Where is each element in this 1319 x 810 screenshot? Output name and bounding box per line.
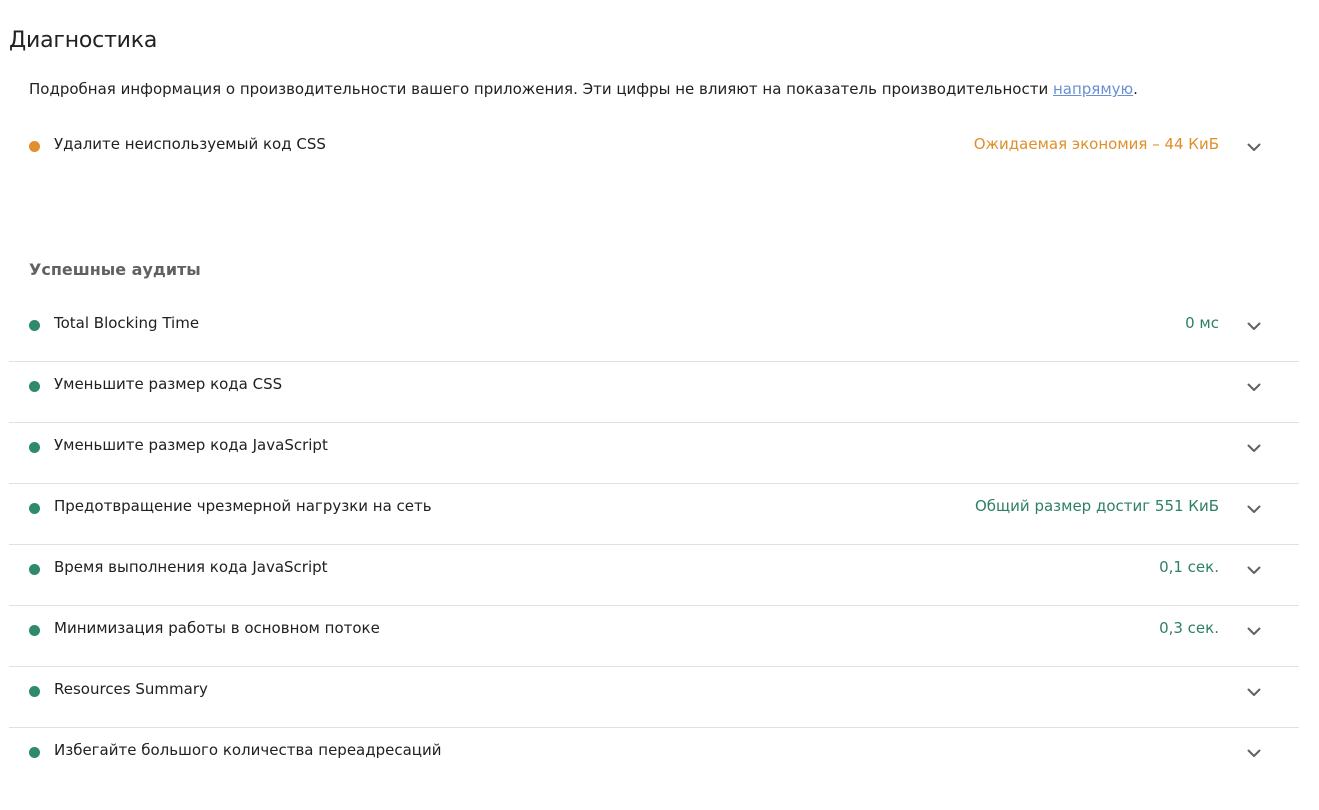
audit-title: Уменьшите размер кода JavaScript [54,436,328,454]
audit-display-value: Общий размер достиг 551 КиБ [975,497,1219,515]
passed-audits-title: Успешные аудиты [29,260,201,279]
status-dot-icon [29,625,40,636]
chevron-down-icon[interactable] [1245,439,1263,457]
audit-title: Избегайте большого количества переадреса… [54,741,442,759]
audit-row[interactable]: Уменьшите размер кода JavaScript [9,423,1299,484]
chevron-down-icon[interactable] [1245,561,1263,579]
audit-display-value: 0 мс [1185,314,1219,332]
chevron-down-icon[interactable] [1245,317,1263,335]
chevron-down-icon[interactable] [1245,622,1263,640]
audit-display-value: 0,1 сек. [1159,558,1219,576]
status-dot-icon [29,503,40,514]
section-title: Диагностика [9,28,158,53]
status-dot-icon [29,686,40,697]
chevron-down-icon[interactable] [1245,683,1263,701]
audit-title: Минимизация работы в основном потоке [54,619,380,637]
status-dot-icon [29,442,40,453]
audit-title: Total Blocking Time [54,314,200,332]
audit-row[interactable]: Минимизация работы в основном потоке 0,3 … [9,606,1299,667]
audit-title: Удалите неиспользуемый код CSS [54,135,326,153]
audit-title: Время выполнения кода JavaScript [54,558,328,576]
audit-title: Уменьшите размер кода CSS [54,375,283,393]
audit-display-value: 0,3 сек. [1159,619,1219,637]
audit-row[interactable]: Время выполнения кода JavaScript 0,1 сек. [9,545,1299,606]
chevron-down-icon[interactable] [1245,378,1263,396]
audit-row[interactable]: Предотвращение чрезмерной нагрузки на се… [9,484,1299,545]
audit-row[interactable]: Удалите неиспользуемый код CSS Ожидаемая … [9,122,1299,183]
audit-display-value: Ожидаемая экономия – 44 КиБ [973,135,1219,153]
description-end: . [1133,80,1138,98]
audit-title: Resources Summary [54,680,208,698]
audit-row[interactable]: Уменьшите размер кода CSS [9,362,1299,423]
audit-row[interactable]: Избегайте большого количества переадреса… [9,728,1299,789]
status-dot-icon [29,141,40,152]
description-link[interactable]: напрямую [1053,80,1133,98]
chevron-down-icon[interactable] [1245,500,1263,518]
status-dot-icon [29,320,40,331]
audit-title: Предотвращение чрезмерной нагрузки на се… [54,497,432,515]
audit-row[interactable]: Resources Summary [9,667,1299,728]
status-dot-icon [29,381,40,392]
section-description: Подробная информация о производительност… [29,80,1138,98]
status-dot-icon [29,564,40,575]
chevron-down-icon[interactable] [1245,138,1263,156]
description-text: Подробная информация о производительност… [29,80,1053,98]
status-dot-icon [29,747,40,758]
chevron-down-icon[interactable] [1245,744,1263,762]
audit-row[interactable]: Total Blocking Time 0 мс [9,301,1299,362]
